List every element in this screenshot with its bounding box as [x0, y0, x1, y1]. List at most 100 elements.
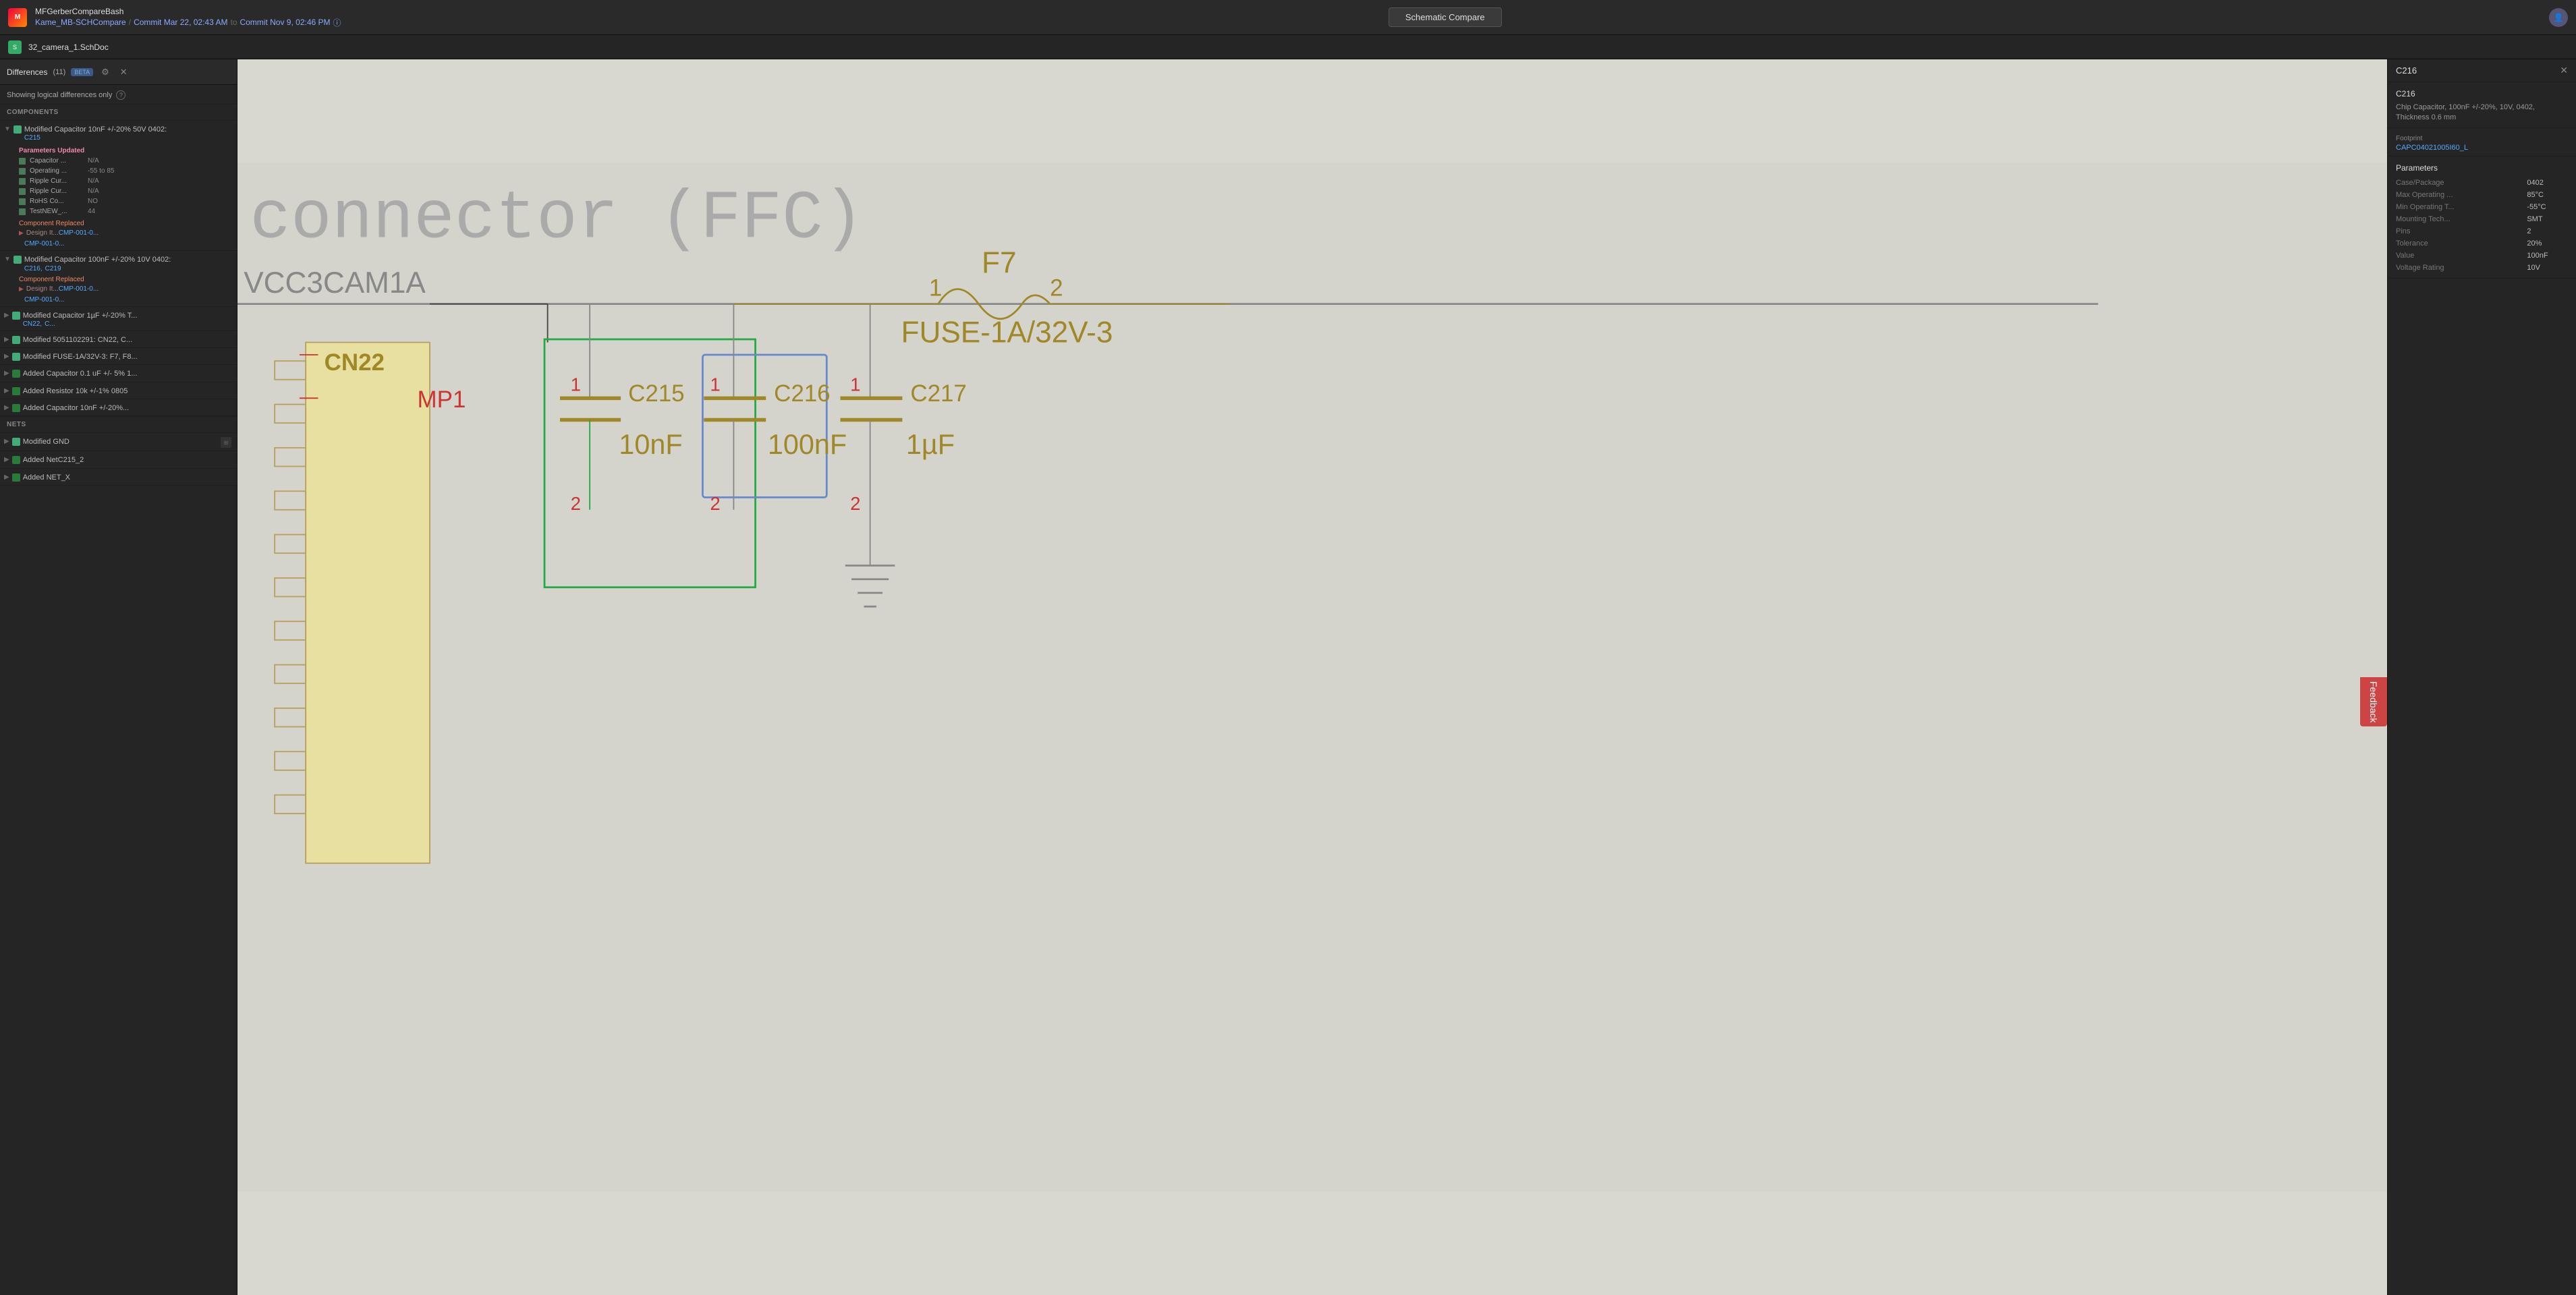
svg-text:C215: C215	[628, 380, 685, 407]
param-row: Tolerance20%	[2396, 237, 2568, 250]
right-panel-close-btn[interactable]: ✕	[2560, 65, 2568, 76]
comp-row-c215[interactable]: ▼ Modified Capacitor 10nF +/-20% 50V 040…	[0, 121, 237, 144]
logical-diff-text: Showing logical differences only	[7, 91, 112, 99]
param-row-3: Ripple Cur... N/A	[19, 186, 231, 196]
comp-name-added-cap-01: Added Capacitor 0.1 uF +/- 5% 1...	[23, 369, 231, 378]
comp-name-added-res: Added Resistor 10k +/-1% 0805	[23, 386, 231, 396]
svg-text:1µF: 1µF	[906, 429, 955, 460]
comp-name-fuse: Modified FUSE-1A/32V-3: F7, F8...	[23, 352, 231, 362]
expand-c215-2[interactable]: ▶	[4, 456, 9, 463]
comp-item-c216: ▼ Modified Capacitor 100nF +/-20% 10V 04…	[0, 251, 237, 306]
comp-name-c215: Modified Capacitor 10nF +/-20% 50V 0402:	[24, 125, 231, 134]
nets-section-header: NETS	[0, 416, 237, 433]
comp-row-c216[interactable]: ▼ Modified Capacitor 100nF +/-20% 10V 04…	[0, 251, 237, 275]
expand-cn22[interactable]: ▶	[4, 312, 9, 319]
comp-ref-cn22[interactable]: CN22,	[23, 320, 42, 328]
param-name: Min Operating T...	[2396, 201, 2527, 213]
design-sub-ref-c216[interactable]: CMP-001-0...	[24, 296, 64, 304]
param-value: SMT	[2527, 213, 2568, 225]
commit-from[interactable]: Commit Mar 22, 02:43 AM	[134, 18, 227, 27]
comp-row-5051[interactable]: ▶ Modified 5051102291: CN22, C...	[0, 331, 237, 347]
comp-ref-c215[interactable]: C215	[24, 134, 231, 142]
comp-item-added-cap-10: ▶ Added Capacitor 10nF +/-20%...	[0, 399, 237, 416]
svg-text:VCC3CAM1A: VCC3CAM1A	[244, 266, 426, 299]
breadcrumb-project[interactable]: Kame_MB-SCHCompare	[35, 18, 126, 27]
rp-component-section: C216 Chip Capacitor, 100nF +/-20%, 10V, …	[2388, 82, 2576, 128]
comp-ref-c219[interactable]: C219	[45, 265, 61, 272]
design-name-c215: Design It...CMP-001-0...	[26, 229, 99, 237]
param-color-1	[19, 168, 26, 175]
expand-c215[interactable]: ▼	[4, 125, 11, 133]
param-row-5: TestNEW_... 44	[19, 206, 231, 217]
svg-text:C217: C217	[910, 380, 967, 407]
nets-label: NETS	[7, 421, 26, 428]
user-avatar[interactable]: 👤	[2549, 8, 2568, 27]
net-name-gnd: Modified GND	[23, 437, 69, 447]
comp-name-c216: Modified Capacitor 100nF +/-20% 10V 0402…	[24, 255, 231, 264]
comp-row-added-cap-10[interactable]: ▶ Added Capacitor 10nF +/-20%...	[0, 399, 237, 415]
param-row: Pins2	[2396, 225, 2568, 237]
expand-gnd[interactable]: ▶	[4, 438, 9, 445]
comp-icon-5051	[12, 336, 20, 344]
net-row-gnd[interactable]: ▶ Modified GND ⊞	[0, 433, 237, 451]
right-panel: C216 ✕ C216 Chip Capacitor, 100nF +/-20%…	[2387, 59, 2576, 1295]
param-row: Value100nF	[2396, 250, 2568, 262]
comp-name-5051: Modified 5051102291: CN22, C...	[23, 335, 231, 345]
comp-row-fuse[interactable]: ▶ Modified FUSE-1A/32V-3: F7, F8...	[0, 348, 237, 364]
rp-footprint-value[interactable]: CAPC04021005I60_L	[2396, 144, 2568, 152]
schematic-canvas[interactable]: connector (FFC) VCC3CAM1A	[237, 59, 2387, 1295]
param-row: Mounting Tech...SMT	[2396, 213, 2568, 225]
param-row: Min Operating T...-55°C	[2396, 201, 2568, 213]
expand-added-cap-10[interactable]: ▶	[4, 404, 9, 411]
svg-text:F7: F7	[982, 247, 1016, 280]
commit-info-icon[interactable]: ⓘ	[333, 17, 341, 28]
svg-text:10nF: 10nF	[619, 429, 682, 460]
comp-ref-c-more[interactable]: C...	[45, 320, 55, 328]
svg-text:1: 1	[929, 275, 942, 301]
expand-net-x[interactable]: ▶	[4, 473, 9, 481]
commit-to[interactable]: Commit Nov 9, 02:46 PM	[240, 18, 330, 27]
param-section-c215: Parameters Updated Capacitor ... N/A Ope…	[0, 144, 237, 219]
comp-item-5051: ▶ Modified 5051102291: CN22, C...	[0, 331, 237, 348]
rp-params-section: Parameters Case/Package0402Max Operating…	[2388, 156, 2576, 279]
comp-replaced-c216: Component Replaced	[0, 275, 237, 283]
expand-fuse[interactable]: ▶	[4, 353, 9, 360]
design-ref-c216[interactable]: CMP-001-0...	[59, 285, 99, 293]
param-color-3	[19, 188, 26, 195]
filter-icon[interactable]: ⚙	[99, 65, 112, 79]
svg-text:1: 1	[571, 374, 581, 395]
param-row: Voltage Rating10V	[2396, 262, 2568, 274]
net-row-c215-2[interactable]: ▶ Added NetC215_2	[0, 451, 237, 467]
comp-ref-c216[interactable]: C216,	[24, 265, 43, 272]
comp-item-fuse: ▶ Modified FUSE-1A/32V-3: F7, F8...	[0, 348, 237, 365]
close-diff-icon[interactable]: ✕	[117, 65, 130, 79]
param-name: Tolerance	[2396, 237, 2527, 250]
schematic-compare-tab[interactable]: Schematic Compare	[1389, 7, 1502, 27]
comp-text-added-res: Added Resistor 10k +/-1% 0805	[23, 386, 231, 396]
feedback-tab[interactable]: Feedback	[2360, 677, 2387, 726]
design-item-c216-1: ▶ Design It...CMP-001-0...	[0, 283, 237, 295]
comp-replaced-c215: Component Replaced	[0, 219, 237, 227]
comp-row-added-cap-01[interactable]: ▶ Added Capacitor 0.1 uF +/- 5% 1...	[0, 365, 237, 381]
comp-icon-cn22	[12, 312, 20, 320]
comp-text-5051: Modified 5051102291: CN22, C...	[23, 335, 231, 345]
comp-row-cn22[interactable]: ▶ Modified Capacitor 1µF +/-20% T... CN2…	[0, 307, 237, 330]
breadcrumb: Kame_MB-SCHCompare / Commit Mar 22, 02:4…	[35, 17, 341, 28]
diff-count: (11)	[53, 68, 65, 76]
comp-row-added-res[interactable]: ▶ Added Resistor 10k +/-1% 0805	[0, 382, 237, 399]
design-ref-c215[interactable]: CMP-001-0...	[59, 229, 99, 237]
doc-name[interactable]: 32_camera_1.SchDoc	[28, 42, 109, 52]
expand-c216[interactable]: ▼	[4, 256, 11, 263]
expand-added-cap-01[interactable]: ▶	[4, 370, 9, 377]
design-sub-ref-c215[interactable]: CMP-001-0...	[24, 240, 64, 248]
logical-diff-row: Showing logical differences only ?	[0, 85, 237, 105]
net-row-net-x[interactable]: ▶ Added NET_X	[0, 469, 237, 485]
comp-text-added-cap-01: Added Capacitor 0.1 uF +/- 5% 1...	[23, 369, 231, 378]
rp-footprint-label: Footprint	[2396, 135, 2568, 142]
param-color-0	[19, 158, 26, 165]
design-name-c216: Design It...CMP-001-0...	[26, 285, 99, 293]
top-bar: M MFGerberCompareBash Kame_MB-SCHCompare…	[0, 0, 2576, 35]
expand-added-res[interactable]: ▶	[4, 387, 9, 395]
logical-diff-help-icon[interactable]: ?	[116, 90, 125, 100]
expand-5051[interactable]: ▶	[4, 336, 9, 343]
